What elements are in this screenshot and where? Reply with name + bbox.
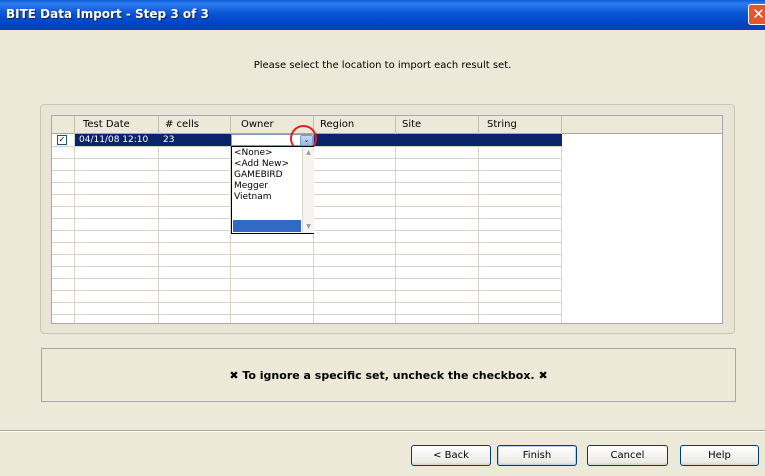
- grid-line: [52, 314, 562, 315]
- header-test-date[interactable]: Test Date: [75, 116, 159, 133]
- grid-line: [395, 133, 396, 323]
- help-button[interactable]: Help: [680, 445, 759, 466]
- dropdown-scrollbar[interactable]: ▲ ▼: [302, 147, 314, 233]
- window-title: BITE Data Import - Step 3 of 3: [6, 7, 209, 21]
- separator: [0, 430, 765, 432]
- header-cells[interactable]: # cells: [159, 116, 231, 133]
- grid-line: [52, 266, 562, 267]
- scroll-down-icon[interactable]: ▼: [304, 222, 313, 231]
- back-button[interactable]: < Back: [411, 445, 491, 466]
- grid-line: [561, 133, 562, 323]
- row-test-date: 04/11/08 12:10: [79, 135, 149, 145]
- header-region[interactable]: Region: [314, 116, 396, 133]
- header-site[interactable]: Site: [396, 116, 479, 133]
- dropdown-option-vietnam[interactable]: Vietnam: [234, 192, 272, 203]
- dropdown-highlight: [233, 220, 301, 232]
- header-checkbox-column: [52, 116, 75, 133]
- title-bar[interactable]: BITE Data Import - Step 3 of 3 ✕: [0, 0, 765, 30]
- grid-line: [158, 133, 159, 323]
- grid-header: Test Date # cells Owner Region Site Stri…: [52, 116, 722, 134]
- grid-line: [52, 290, 562, 291]
- cancel-button[interactable]: Cancel: [587, 445, 668, 466]
- header-string[interactable]: String: [479, 116, 562, 133]
- dropdown-option-megger[interactable]: Megger: [234, 181, 268, 192]
- instruction-text: Please select the location to import eac…: [253, 60, 512, 71]
- finish-button[interactable]: Finish: [497, 445, 577, 466]
- grid-line: [478, 133, 479, 323]
- dropdown-option-none[interactable]: <None>: [234, 148, 273, 159]
- grid-line: [52, 254, 562, 255]
- owner-dropdown-list[interactable]: <None> <Add New> GAMEBIRD Megger Vietnam…: [231, 146, 314, 234]
- row-checkbox[interactable]: ✓: [57, 135, 67, 145]
- grid-line: [74, 133, 75, 323]
- close-icon[interactable]: ✕: [748, 4, 765, 25]
- grid-line: [52, 278, 562, 279]
- scroll-up-icon[interactable]: ▲: [304, 148, 313, 157]
- grid-line: [52, 302, 562, 303]
- grid-line: [52, 242, 562, 243]
- row-cells: 23: [163, 135, 175, 145]
- info-text: ✖ To ignore a specific set, uncheck the …: [229, 369, 548, 382]
- info-panel: ✖ To ignore a specific set, uncheck the …: [41, 348, 736, 402]
- dialog-window: BITE Data Import - Step 3 of 3 ✕ Please …: [0, 0, 765, 476]
- dropdown-option-add-new[interactable]: <Add New>: [234, 159, 289, 170]
- results-grid[interactable]: Test Date # cells Owner Region Site Stri…: [51, 115, 723, 324]
- dropdown-option-gamebird[interactable]: GAMEBIRD: [234, 170, 283, 181]
